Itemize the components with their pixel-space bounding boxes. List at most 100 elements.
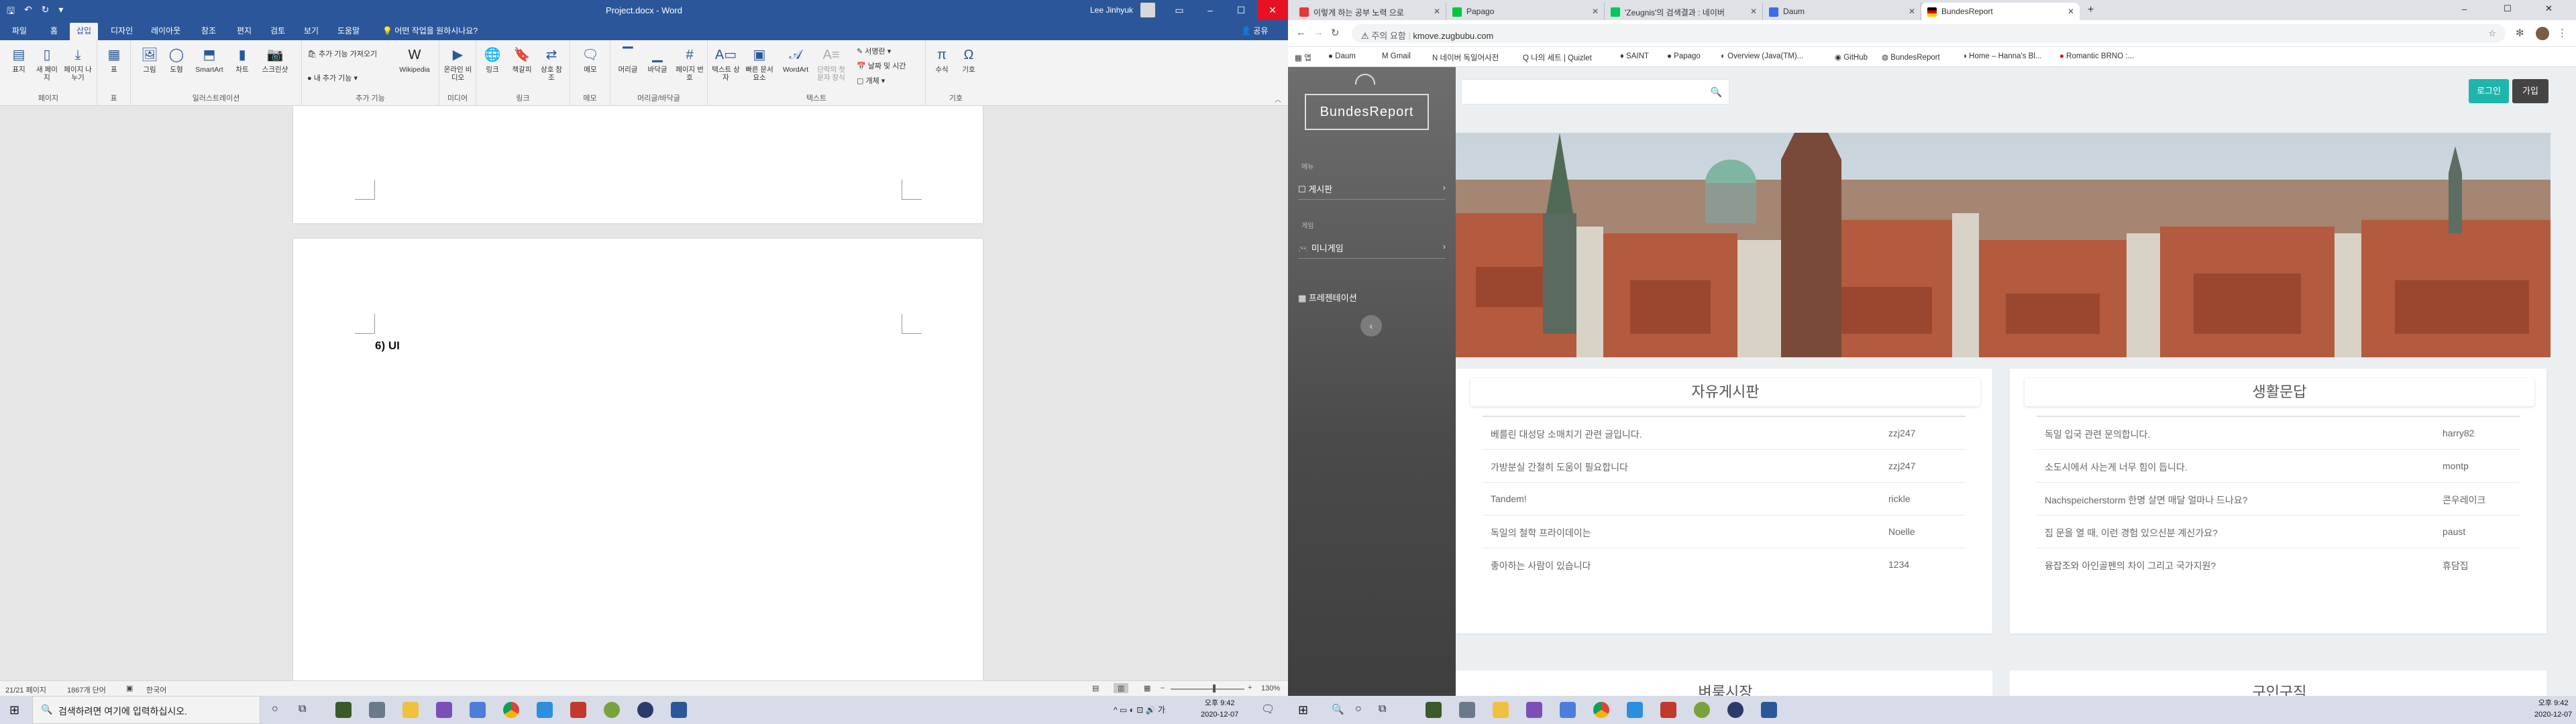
footer-button[interactable]: ▁ 바닥글 [644,46,671,74]
post-title[interactable]: 가방분실 간절히 도움이 필요합니다 [1491,461,1628,474]
close-icon[interactable]: ✕ [1434,7,1440,16]
chrome-icon[interactable] [503,702,519,718]
textbox-button[interactable]: A▭ 텍스트 상자 [711,46,741,82]
maximize-icon[interactable]: ☐ [1226,0,1256,20]
app-icon[interactable] [1660,702,1676,718]
post-title[interactable]: 베를린 대성당 소매치기 관련 글입니다. [1491,428,1642,441]
post-title[interactable]: Nachspeicherstorm 한명 살면 매달 얼마나 드나요? [2045,493,2247,507]
vscode-icon[interactable] [537,702,553,718]
minimize-icon[interactable]: – [2462,4,2467,14]
visual-studio-icon[interactable] [1526,702,1542,718]
get-addins-button[interactable]: 🛍 추가 기능 가져오기 [307,48,377,59]
forward-icon[interactable]: → [1313,27,1324,38]
profile-avatar[interactable] [2536,27,2549,40]
tab-insert[interactable]: 삽입 [70,23,99,40]
object-button[interactable]: ▢ 개체 ▾ [857,75,885,86]
cover-page-button[interactable]: ▤ 표지 [5,46,32,74]
app-icon[interactable] [369,702,385,718]
close-icon[interactable]: ✕ [2545,3,2553,14]
new-tab-icon[interactable]: + [2088,4,2094,16]
tab-file[interactable]: 파일 [12,25,27,36]
ribbon-display-icon[interactable]: ▭ [1164,0,1195,20]
url-input[interactable]: ⚠ 주의 요함 | kmove.zugbubu.com ☆ [1352,24,2506,43]
taskbar-search-input[interactable]: 🔍 검색하려면 여기에 입력하십시오. [32,696,260,724]
bookmark-github[interactable]: ◉ GitHub [1835,52,1868,62]
table-button[interactable]: ▦ 표 [104,46,124,74]
tab-mailings[interactable]: 편지 [237,25,252,36]
clock[interactable]: 오후 9:42 2020-12-07 [2534,698,2572,721]
page-previous[interactable] [293,106,983,223]
bookmark-naver-dict[interactable]: N 네이버 독일어사전 [1432,52,1499,63]
signature-line-button[interactable]: ✎ 서명란 ▾ [857,46,891,56]
link-button[interactable]: 🌐 링크 [480,46,504,74]
board-title[interactable]: 자유게시판 [1470,378,1980,406]
my-addins-button[interactable]: ● 내 추가 기능 ▾ [307,72,358,83]
date-time-button[interactable]: 📅 날짜 및 시간 [857,60,906,71]
post-title[interactable]: Tandem! [1491,493,1527,504]
task-view-icon[interactable]: ⧉ [299,703,306,715]
wikipedia-button[interactable]: W Wikipedia [394,46,435,74]
language[interactable]: 한국어 [146,684,166,695]
symbol-button[interactable]: Ω 기호 [957,46,981,74]
board-title[interactable]: 구인구직 [2025,680,2534,696]
word-count[interactable]: 1867개 단어 [67,684,106,695]
browser-tab-active[interactable]: BundesReport ✕ [1921,3,2080,20]
proofing-icon[interactable]: ▣ [126,684,133,692]
list-item[interactable]: 독일의 철학 프라이데이는 Noelle [1483,516,1966,548]
sidebar-item-presentation[interactable]: ▦ 프레젠테이션 [1298,291,1446,308]
list-item[interactable]: 집 문을 열 때, 이런 경험 있으신분 계신가요? paust [2037,516,2520,548]
quick-parts-button[interactable]: ▣ 빠른 문서 요소 [743,46,776,82]
sidebar-collapse-button[interactable]: ‹ [1360,315,1382,337]
minimize-icon[interactable]: – [1195,0,1226,20]
reload-icon[interactable]: ↻ [1331,27,1340,39]
page-count[interactable]: 21/21 페이지 [5,684,46,695]
shapes-button[interactable]: ◯ 도형 [164,46,189,74]
cross-reference-button[interactable]: ⇄ 상호 참조 [538,46,565,82]
tab-review[interactable]: 검토 [270,25,285,36]
board-title[interactable]: 생활문답 [2025,378,2534,406]
post-title[interactable]: 좋아하는 사람이 있습니다 [1491,559,1591,572]
cortana-icon[interactable]: ○ [1355,703,1362,715]
list-item[interactable]: Tandem! rickle [1483,483,1966,516]
sidebar-item-minigame[interactable]: 🎮 미니게임 › [1298,241,1446,259]
pictures-button[interactable]: 🖼 그림 [138,46,162,74]
app-icon[interactable] [335,702,352,718]
tab-help[interactable]: 도움말 [337,25,360,36]
bookmark-saint[interactable]: ♦ SAINT [1620,52,1649,60]
page-current[interactable]: 6) UI [293,239,983,680]
browser-tab[interactable]: 이렇게 하는 공부 노력 으로 ✕ [1293,3,1446,20]
post-title[interactable]: 독일의 철학 프라이데이는 [1491,526,1591,540]
online-video-button[interactable]: ▶ 온라인 비디오 [443,46,473,82]
menu-icon[interactable]: ⋮ [2557,27,2567,39]
visual-studio-icon[interactable] [436,702,452,718]
login-button[interactable]: 로그인 [2469,79,2509,103]
list-item[interactable]: Nachspeicherstorm 한명 살면 매달 얼마나 드나요? 콘우레이크 [2037,483,2520,516]
word-icon[interactable] [671,702,687,718]
bookmark-hanna[interactable]: ◑ Home – Hanna's Bl... [1962,52,2041,60]
close-icon[interactable]: ✕ [1909,7,1915,16]
screenshot-button[interactable]: 📷 스크린샷 [258,46,292,74]
app-icon[interactable] [1426,702,1442,718]
web-layout-icon[interactable]: ▦ [1144,684,1150,692]
task-view-icon[interactable]: ⧉ [1379,703,1386,715]
zoom-slider[interactable] [1171,688,1244,690]
share-button[interactable]: 👤 공유 [1241,25,1268,36]
windows-start-icon[interactable]: ⊞ [1298,703,1308,717]
join-button[interactable]: 가입 [2512,79,2548,103]
maximize-icon[interactable]: ☐ [2504,3,2512,14]
browser-tab[interactable]: Papago ✕ [1446,3,1605,20]
zoom-in-icon[interactable]: + [1248,684,1252,692]
app-icon[interactable] [1727,702,1743,718]
comment-button[interactable]: 🗨 메모 [577,46,604,74]
post-title[interactable]: 집 문을 열 때, 이런 경험 있으신분 계신가요? [2045,526,2218,540]
blank-page-button[interactable]: ▯ 새 페이지 [34,46,60,82]
windows-start-icon[interactable]: ⊞ [9,703,19,717]
list-item[interactable]: 소도시에서 사는게 너무 힘이 듭니다. montp [2037,450,2520,483]
clock[interactable]: 오후 9:42 2020-12-07 [1201,698,1238,721]
tab-references[interactable]: 참조 [201,25,216,36]
smartart-button[interactable]: ⬒ SmartArt [193,46,226,74]
page-break-button[interactable]: ⤓ 페이지 나누기 [63,46,93,82]
list-item[interactable]: 융잡조와 아인골펜의 차이 그리고 국가지원? 휴담집 [2037,548,2520,581]
zoom-thumb[interactable] [1213,684,1216,692]
app-icon[interactable] [1560,702,1576,718]
